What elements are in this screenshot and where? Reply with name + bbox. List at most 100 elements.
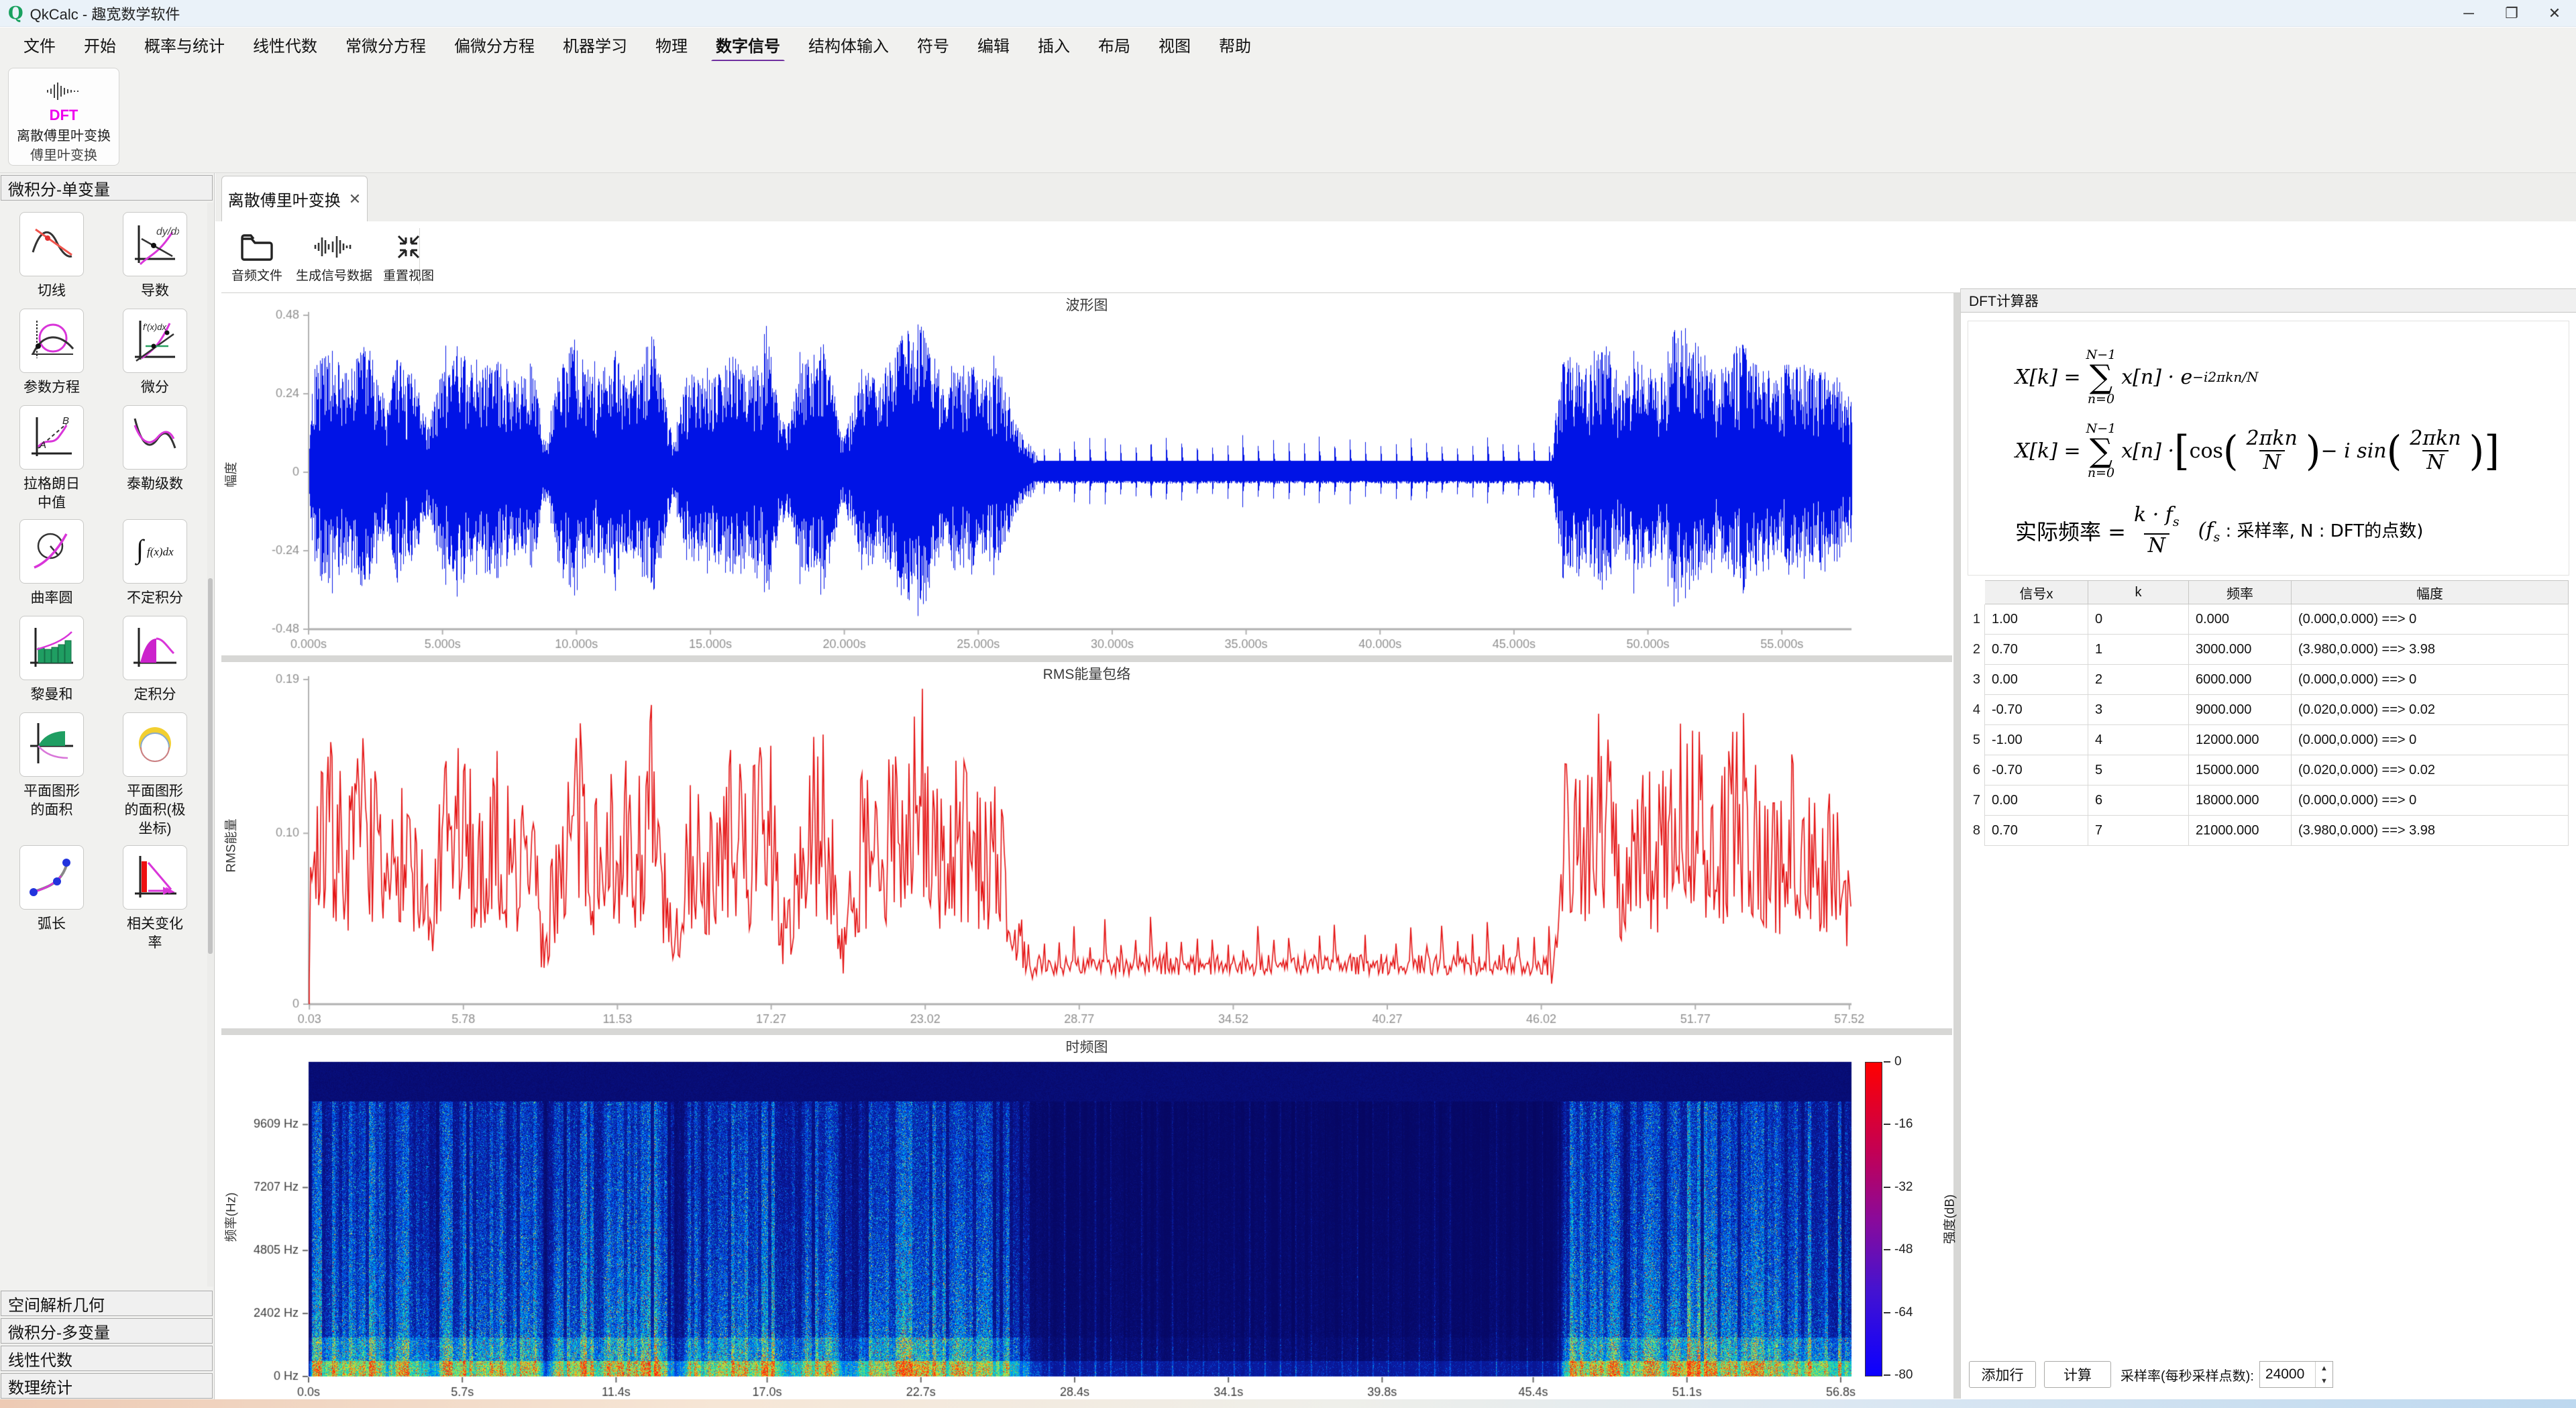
menu-item-3[interactable]: 概率与统计 <box>130 27 239 62</box>
k-cell[interactable]: 1 <box>2088 635 2189 665</box>
signal-x-cell[interactable]: -1.00 <box>1985 725 2088 755</box>
amplitude-cell[interactable]: (3.980,0.000) ==> 3.98 <box>2292 635 2569 665</box>
k-cell[interactable]: 4 <box>2088 725 2189 755</box>
sample-rate-spinbox[interactable]: 24000 ▲ ▼ <box>2259 1361 2333 1388</box>
splitter-wave-rms[interactable] <box>221 655 1952 662</box>
sidebar-item-12[interactable]: 平面图形的面积(极坐标) <box>108 712 202 838</box>
menu-item-4[interactable]: 线性代数 <box>239 27 331 62</box>
amplitude-cell[interactable]: (0.020,0.000) ==> 0.02 <box>2292 695 2569 725</box>
column-header-2[interactable]: k <box>2088 580 2189 604</box>
signal-x-cell[interactable]: -0.70 <box>1985 695 2088 725</box>
toolbar-reset-view-button[interactable]: 重置视图 <box>383 227 434 288</box>
menu-item-14[interactable]: 布局 <box>1084 27 1144 62</box>
close-button[interactable]: ✕ <box>2533 0 2576 26</box>
column-header-1[interactable]: 信号x <box>1985 580 2088 604</box>
frequency-cell[interactable]: 18000.000 <box>2189 786 2292 816</box>
sidebar-bottom-sections: 空间解析几何微积分-多变量线性代数数理统计 <box>0 1289 215 1399</box>
menu-item-10[interactable]: 结构体输入 <box>794 27 903 62</box>
sidebar-item-6[interactable]: 泰勒级数 <box>108 405 202 512</box>
frequency-cell[interactable]: 21000.000 <box>2189 816 2292 846</box>
splitter-rms-spec[interactable] <box>221 1028 1952 1035</box>
sidebar-scrollbar[interactable] <box>207 203 213 1287</box>
k-cell[interactable]: 3 <box>2088 695 2189 725</box>
rms-canvas[interactable] <box>221 662 1952 1028</box>
menu-item-8[interactable]: 物理 <box>641 27 702 62</box>
frequency-cell[interactable]: 15000.000 <box>2189 755 2292 786</box>
signal-x-cell[interactable]: 1.00 <box>1985 604 2088 635</box>
menu-item-2[interactable]: 开始 <box>70 27 130 62</box>
sidebar-section-calculus-single[interactable]: 微积分-单变量 <box>1 175 213 201</box>
sidebar-item-5[interactable]: AB拉格朗日中值 <box>5 405 99 512</box>
k-cell[interactable]: 6 <box>2088 786 2189 816</box>
menu-item-15[interactable]: 视图 <box>1144 27 1205 62</box>
add-row-button[interactable]: 添加行 <box>1969 1361 2036 1388</box>
frequency-cell[interactable]: 0.000 <box>2189 604 2292 635</box>
sidebar-section-4[interactable]: 数理统计 <box>1 1373 213 1399</box>
related-rates-icon <box>123 845 187 910</box>
amplitude-cell[interactable]: (0.000,0.000) ==> 0 <box>2292 604 2569 635</box>
menu-item-6[interactable]: 偏微分方程 <box>440 27 549 62</box>
tab-close-icon[interactable]: ✕ <box>349 191 361 208</box>
amplitude-cell[interactable]: (3.980,0.000) ==> 3.98 <box>2292 816 2569 846</box>
sidebar-item-8[interactable]: ∫f(x)dx不定积分 <box>108 519 202 609</box>
sidebar-scrollbar-thumb[interactable] <box>208 578 213 954</box>
sidebar-item-7[interactable]: 曲率圆 <box>5 519 99 609</box>
menu-item-7[interactable]: 机器学习 <box>549 27 641 62</box>
column-header-3[interactable]: 频率 <box>2189 580 2292 604</box>
tab-dft[interactable]: 离散傅里叶变换 ✕ <box>221 176 368 221</box>
row-number: 6 <box>1962 755 1985 786</box>
sidebar-section-3[interactable]: 线性代数 <box>1 1346 213 1371</box>
spin-down-icon[interactable]: ▼ <box>2316 1374 2332 1387</box>
spectrogram-canvas[interactable] <box>221 1035 1952 1399</box>
k-cell[interactable]: 0 <box>2088 604 2189 635</box>
menu-item-13[interactable]: 插入 <box>1024 27 1084 62</box>
frequency-cell[interactable]: 12000.000 <box>2189 725 2292 755</box>
restore-button[interactable]: ❐ <box>2490 0 2533 26</box>
sidebar-section-1[interactable]: 空间解析几何 <box>1 1291 213 1316</box>
sidebar-item-14[interactable]: 相关变化率 <box>108 845 202 953</box>
sidebar-item-10[interactable]: 定积分 <box>108 616 202 706</box>
minimize-button[interactable]: ─ <box>2447 0 2490 26</box>
menu-item-5[interactable]: 常微分方程 <box>331 27 440 62</box>
sidebar-item-9[interactable]: 黎曼和 <box>5 616 99 706</box>
signal-x-cell[interactable]: 0.70 <box>1985 816 2088 846</box>
signal-x-cell[interactable]: 0.70 <box>1985 635 2088 665</box>
sidebar-item-1[interactable]: 切线 <box>5 212 99 302</box>
calculate-button[interactable]: 计算 <box>2044 1361 2111 1388</box>
amplitude-cell[interactable]: (0.000,0.000) ==> 0 <box>2292 725 2569 755</box>
sidebar-item-label: 弧长 <box>38 915 66 935</box>
amplitude-cell[interactable]: (0.020,0.000) ==> 0.02 <box>2292 755 2569 786</box>
toolbar-audio-file-button[interactable]: 音频文件 <box>231 227 282 288</box>
frequency-cell[interactable]: 3000.000 <box>2189 635 2292 665</box>
sidebar-item-4[interactable]: f′(x)dx微分 <box>108 309 202 398</box>
sidebar-item-2[interactable]: dy/dx导数 <box>108 212 202 302</box>
sidebar-item-13[interactable]: 弧长 <box>5 845 99 953</box>
sidebar-item-3[interactable]: 参数方程 <box>5 309 99 398</box>
k-cell[interactable]: 7 <box>2088 816 2189 846</box>
colorbar-tick-label: -16 <box>1894 1117 1913 1132</box>
menu-item-11[interactable]: 符号 <box>903 27 963 62</box>
sidebar-item-11[interactable]: 平面图形的面积 <box>5 712 99 838</box>
k-cell[interactable]: 2 <box>2088 665 2189 695</box>
signal-x-cell[interactable]: 0.00 <box>1985 665 2088 695</box>
colorbar-tick-label: 0 <box>1894 1054 1902 1069</box>
signal-x-cell[interactable]: 0.00 <box>1985 786 2088 816</box>
spectrogram-panel: 时频图 频率(Hz) <box>221 1035 1952 1399</box>
amplitude-cell[interactable]: (0.000,0.000) ==> 0 <box>2292 786 2569 816</box>
column-header-4[interactable]: 幅度 <box>2292 580 2569 604</box>
signal-x-cell[interactable]: -0.70 <box>1985 755 2088 786</box>
sidebar-section-2[interactable]: 微积分-多变量 <box>1 1318 213 1344</box>
sample-rate-value[interactable]: 24000 <box>2260 1366 2315 1383</box>
spin-up-icon[interactable]: ▲ <box>2316 1362 2332 1374</box>
dft-transform-button[interactable]: DFT 离散傅里叶变换 <box>17 68 111 144</box>
menu-item-1[interactable]: 文件 <box>9 27 70 62</box>
menu-item-12[interactable]: 编辑 <box>963 27 1024 62</box>
amplitude-cell[interactable]: (0.000,0.000) ==> 0 <box>2292 665 2569 695</box>
menu-item-9[interactable]: 数字信号 <box>702 27 794 62</box>
waveform-canvas[interactable] <box>221 293 1952 655</box>
k-cell[interactable]: 5 <box>2088 755 2189 786</box>
toolbar-generate-signal-button[interactable]: 生成信号数据 <box>296 227 372 288</box>
frequency-cell[interactable]: 9000.000 <box>2189 695 2292 725</box>
menu-item-16[interactable]: 帮助 <box>1205 27 1265 62</box>
frequency-cell[interactable]: 6000.000 <box>2189 665 2292 695</box>
